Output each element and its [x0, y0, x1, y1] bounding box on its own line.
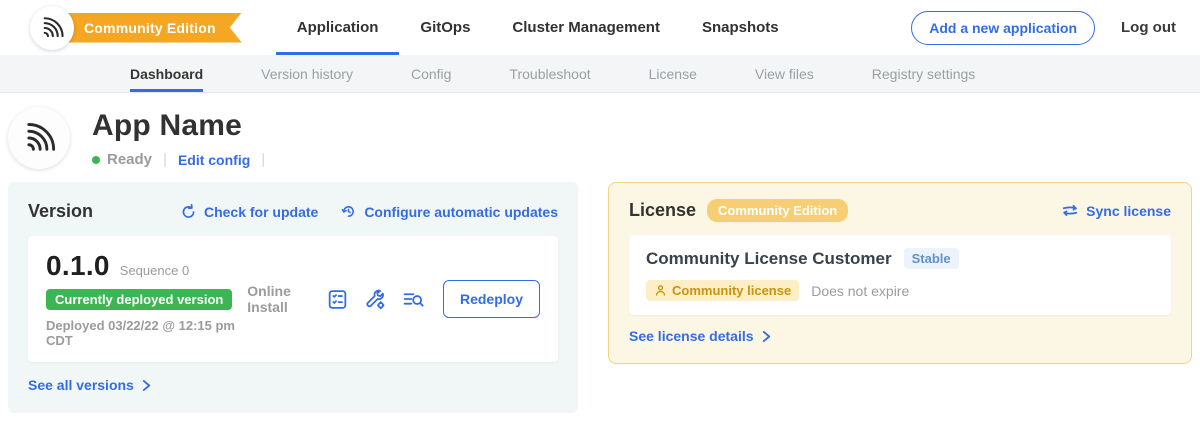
- edit-config-link[interactable]: Edit config: [178, 152, 250, 168]
- divider: |: [261, 151, 265, 168]
- version-card: Version Check for update: [8, 182, 578, 413]
- sync-license-link[interactable]: Sync license: [1061, 203, 1171, 219]
- version-card-title: Version: [28, 201, 93, 222]
- top-nav-right: Add a new application Log out: [911, 11, 1176, 45]
- license-card-title: License: [629, 200, 696, 221]
- tab-version-history[interactable]: Version history: [261, 55, 353, 92]
- app-header-text: App Name Ready | Edit config |: [92, 107, 276, 168]
- license-meta-row: Community license Does not expire: [646, 280, 1154, 301]
- tab-view-files[interactable]: View files: [755, 55, 814, 92]
- check-for-update-link[interactable]: Check for update: [180, 203, 318, 220]
- license-header-links: Sync license: [1061, 203, 1171, 219]
- customer-row: Community License Customer Stable: [646, 248, 1154, 269]
- tab-registry-settings[interactable]: Registry settings: [872, 55, 975, 92]
- channel-badge: Stable: [904, 248, 959, 269]
- config-wrench-icon[interactable]: [364, 288, 387, 311]
- app-status-row: Ready | Edit config |: [92, 151, 276, 168]
- app-avatar: [8, 107, 70, 169]
- top-nav: Community Edition Application GitOps Clu…: [0, 0, 1200, 55]
- community-edition-badge: Community Edition: [707, 199, 848, 222]
- top-nav-gitops[interactable]: GitOps: [399, 0, 491, 55]
- deployed-badge: Currently deployed version: [46, 289, 232, 310]
- tab-troubleshoot[interactable]: Troubleshoot: [509, 55, 590, 92]
- top-nav-items: Application GitOps Cluster Management Sn…: [276, 0, 800, 55]
- customer-name: Community License Customer: [646, 249, 892, 269]
- license-card: License Community Edition Sync license: [608, 182, 1192, 364]
- version-actions: Online Install: [247, 280, 540, 318]
- add-application-button[interactable]: Add a new application: [911, 11, 1095, 45]
- top-nav-cluster-management[interactable]: Cluster Management: [491, 0, 681, 55]
- chevron-right-icon: [761, 330, 772, 343]
- tab-license[interactable]: License: [649, 55, 697, 92]
- edition-ribbon-badge: Community Edition: [60, 13, 242, 43]
- license-card-header: License Community Edition Sync license: [629, 199, 1171, 222]
- sync-license-label: Sync license: [1086, 203, 1171, 219]
- license-type-label: Community license: [672, 283, 791, 298]
- sequence-label: Sequence 0: [120, 263, 189, 278]
- version-number: 0.1.0: [46, 250, 110, 282]
- tab-config[interactable]: Config: [411, 55, 451, 92]
- version-header-links: Check for update Configure automatic upd…: [180, 203, 558, 220]
- version-card-header: Version Check for update: [28, 201, 558, 222]
- chevron-right-icon: [141, 379, 152, 392]
- redeploy-button[interactable]: Redeploy: [443, 280, 540, 318]
- install-type-label: Online Install: [247, 283, 309, 315]
- brand-logo: [30, 6, 74, 50]
- version-info: 0.1.0 Sequence 0 Currently deployed vers…: [46, 250, 247, 348]
- brand: Community Edition: [30, 6, 242, 50]
- expiry-label: Does not expire: [811, 283, 909, 299]
- page-title: App Name: [92, 109, 276, 143]
- see-license-details-label: See license details: [629, 328, 754, 344]
- view-files-search-icon[interactable]: [402, 288, 425, 311]
- replicated-logo-icon: [39, 15, 65, 41]
- status-badge: Ready: [107, 151, 152, 168]
- license-details-panel: Community License Customer Stable Commun…: [629, 235, 1171, 315]
- configure-automatic-updates-link[interactable]: Configure automatic updates: [340, 203, 558, 220]
- tab-dashboard[interactable]: Dashboard: [130, 55, 203, 92]
- see-license-details-link[interactable]: See license details: [629, 328, 772, 344]
- sub-nav: Dashboard Version history Config Trouble…: [0, 55, 1200, 93]
- configure-automatic-updates-label: Configure automatic updates: [364, 204, 558, 220]
- top-nav-snapshots[interactable]: Snapshots: [681, 0, 800, 55]
- auto-update-icon: [340, 203, 357, 220]
- status-dot: [92, 156, 100, 164]
- check-for-update-label: Check for update: [204, 204, 318, 220]
- refresh-icon: [180, 203, 197, 220]
- version-line: 0.1.0 Sequence 0: [46, 250, 247, 282]
- person-icon: [654, 284, 667, 297]
- license-type-badge: Community license: [646, 280, 799, 301]
- divider: |: [163, 151, 167, 168]
- app-logo-icon: [21, 120, 57, 156]
- top-nav-application[interactable]: Application: [276, 0, 400, 55]
- logout-button[interactable]: Log out: [1121, 19, 1176, 36]
- dashboard-cards: Version Check for update: [0, 169, 1200, 413]
- preflight-checks-icon[interactable]: [326, 288, 349, 311]
- see-all-versions-link[interactable]: See all versions: [28, 377, 152, 393]
- current-version-panel: 0.1.0 Sequence 0 Currently deployed vers…: [28, 236, 558, 362]
- sync-icon: [1061, 203, 1079, 218]
- see-all-versions-label: See all versions: [28, 377, 134, 393]
- deployed-timestamp: Deployed 03/22/22 @ 12:15 pm CDT: [46, 318, 247, 348]
- app-header: App Name Ready | Edit config |: [0, 93, 1200, 169]
